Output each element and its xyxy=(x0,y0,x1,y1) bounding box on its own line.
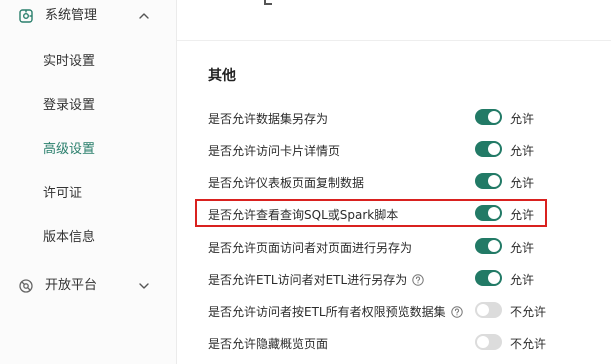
setting-state: 允许 xyxy=(510,144,535,158)
toggle-knob xyxy=(488,175,500,187)
toggle-knob xyxy=(488,111,500,123)
setting-label: 是否允许数据集另存为 xyxy=(208,112,329,126)
sidebar-item-license[interactable]: 许可证 xyxy=(0,179,176,209)
open-platform-icon xyxy=(19,279,33,293)
setting-toggle[interactable] xyxy=(475,238,502,254)
sidebar-item-advanced-settings[interactable]: 高级设置 xyxy=(0,135,176,165)
setting-toggle[interactable] xyxy=(475,302,502,318)
toggle-knob xyxy=(477,336,489,348)
sidebar-group-label: 开放平台 xyxy=(45,278,98,293)
sidebar-item-version-info[interactable]: 版本信息 xyxy=(0,223,176,253)
main-divider xyxy=(177,40,611,41)
sidebar-group-label: 系统管理 xyxy=(45,8,98,23)
setting-toggle[interactable] xyxy=(475,173,502,189)
setting-label: 是否允许隐藏概览页面 xyxy=(208,337,329,351)
help-icon[interactable] xyxy=(450,306,463,318)
setting-label: 是否允许访问者按ETL所有者权限预览数据集 xyxy=(208,303,463,321)
setting-row-card-detail-page: 是否允许访问卡片详情页 允许 xyxy=(208,140,558,162)
setting-row-etl-owner-preview: 是否允许访问者按ETL所有者权限预览数据集 不允许 xyxy=(208,301,558,323)
toggle-knob xyxy=(488,143,500,155)
setting-toggle[interactable] xyxy=(475,141,502,157)
sidebar-group-system-management[interactable]: 系统管理 xyxy=(0,2,177,30)
setting-label: 是否允许仪表板页面复制数据 xyxy=(208,176,365,190)
help-icon[interactable] xyxy=(412,274,424,286)
toggle-knob xyxy=(488,240,500,252)
gear-settings-icon xyxy=(19,9,33,23)
setting-label: 是否允许查看查询SQL或Spark脚本 xyxy=(208,208,399,222)
setting-state: 允许 xyxy=(510,112,535,126)
top-tab-fragment xyxy=(264,0,272,5)
setting-toggle[interactable] xyxy=(475,109,502,125)
chevron-down-icon[interactable] xyxy=(138,281,150,291)
sidebar-item-label: 高级设置 xyxy=(43,142,96,157)
sidebar-item-login-settings[interactable]: 登录设置 xyxy=(0,91,176,121)
sidebar-item-label: 实时设置 xyxy=(43,54,96,69)
chevron-up-icon[interactable] xyxy=(138,11,150,21)
setting-state: 允许 xyxy=(510,273,535,287)
section-title: 其他 xyxy=(208,68,236,84)
setting-row-page-save-as: 是否允许页面访问者对页面进行另存为 允许 xyxy=(208,237,558,259)
setting-row-dashboard-copy-data: 是否允许仪表板页面复制数据 允许 xyxy=(208,172,558,194)
setting-row-etl-save-as: 是否允许ETL访问者对ETL进行另存为 允许 xyxy=(208,269,558,291)
page: 系统管理 实时设置 登录设置 高级设置 许可证 版本信息 开放平台 其他 是否允… xyxy=(0,0,611,364)
setting-state: 不允许 xyxy=(510,305,547,319)
setting-label: 是否允许ETL访问者对ETL进行另存为 xyxy=(208,271,424,289)
setting-toggle[interactable] xyxy=(475,270,502,286)
sidebar-group-open-platform[interactable]: 开放平台 xyxy=(0,272,177,300)
setting-toggle[interactable] xyxy=(475,205,502,221)
setting-state: 不允许 xyxy=(510,337,547,351)
setting-row-hide-overview: 是否允许隐藏概览页面 不允许 xyxy=(208,333,558,355)
sidebar-item-label: 登录设置 xyxy=(43,98,96,113)
sidebar: 系统管理 实时设置 登录设置 高级设置 许可证 版本信息 开放平台 xyxy=(0,0,177,364)
setting-state: 允许 xyxy=(510,176,535,190)
setting-row-dataset-save-as: 是否允许数据集另存为 允许 xyxy=(208,108,558,130)
setting-row-view-sql-spark: 是否允许查看查询SQL或Spark脚本 允许 xyxy=(208,204,558,226)
toggle-knob xyxy=(477,304,489,316)
sidebar-item-label: 许可证 xyxy=(43,186,83,201)
setting-label: 是否允许页面访问者对页面进行另存为 xyxy=(208,241,413,255)
sidebar-item-label: 版本信息 xyxy=(43,230,96,245)
setting-label: 是否允许访问卡片详情页 xyxy=(208,144,341,158)
setting-state: 允许 xyxy=(510,241,535,255)
toggle-knob xyxy=(488,272,500,284)
toggle-knob xyxy=(488,207,500,219)
sidebar-item-realtime-settings[interactable]: 实时设置 xyxy=(0,47,176,77)
setting-state: 允许 xyxy=(510,208,535,222)
setting-toggle[interactable] xyxy=(475,334,502,350)
